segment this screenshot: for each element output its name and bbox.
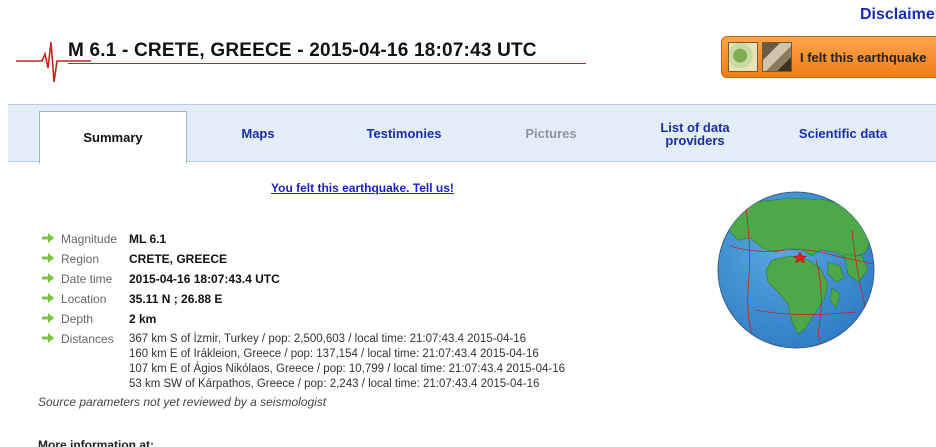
param-value: 35.11 N ; 26.88 E bbox=[129, 292, 223, 306]
param-label: Date time bbox=[61, 272, 113, 286]
title-underline bbox=[68, 63, 586, 64]
param-value: 2015-04-16 18:07:43.4 UTC bbox=[129, 272, 280, 286]
review-note: Source parameters not yet reviewed by a … bbox=[38, 395, 327, 409]
globe-epicenter-icon bbox=[717, 191, 875, 349]
distance-line: 160 km E of Irákleion, Greece / pop: 137… bbox=[129, 348, 539, 360]
i-felt-earthquake-button[interactable]: I felt this earthquake bbox=[721, 36, 936, 78]
tab-data-providers[interactable]: List of data providers bbox=[640, 105, 750, 162]
tab-bar: Summary Maps Testimonies Pictures List o… bbox=[8, 104, 936, 164]
param-value: 2 km bbox=[129, 312, 157, 326]
param-value: CRETE, GREECE bbox=[129, 252, 228, 266]
distance-line: 367 km S of İzmir, Turkey / pop: 2,500,6… bbox=[129, 333, 526, 345]
param-value: ML 6.1 bbox=[129, 232, 167, 246]
green-arrow-icon bbox=[42, 313, 54, 323]
map-thumbnail-icon bbox=[728, 42, 758, 72]
disclaimer-link[interactable]: Disclaimer bbox=[860, 6, 936, 24]
tab-testimonies[interactable]: Testimonies bbox=[340, 105, 468, 162]
more-info-heading: More information at: bbox=[38, 438, 154, 447]
green-arrow-icon bbox=[42, 333, 54, 343]
param-label: Region bbox=[61, 252, 100, 266]
tab-scientific-data[interactable]: Scientific data bbox=[781, 105, 905, 162]
distance-line: 107 km E of Ágios Nikólaos, Greece / pop… bbox=[129, 363, 565, 375]
param-label: Location bbox=[61, 292, 107, 306]
tab-maps[interactable]: Maps bbox=[208, 105, 308, 162]
green-arrow-icon bbox=[42, 293, 54, 303]
param-label: Magnitude bbox=[61, 232, 118, 246]
distances-list: 367 km S of İzmir, Turkey / pop: 2,500,6… bbox=[129, 332, 565, 392]
tab-summary[interactable]: Summary bbox=[39, 111, 187, 164]
green-arrow-icon bbox=[42, 253, 54, 263]
tab-pictures: Pictures bbox=[525, 126, 577, 141]
green-arrow-icon bbox=[42, 273, 54, 283]
page-title: M 6.1 - CRETE, GREECE - 2015-04-16 18:07… bbox=[68, 40, 537, 61]
felt-button-label: I felt this earthquake bbox=[800, 49, 927, 65]
green-arrow-icon bbox=[42, 233, 54, 243]
param-label: Depth bbox=[61, 312, 94, 326]
felt-earthquake-link[interactable]: You felt this earthquake. Tell us! bbox=[271, 181, 454, 195]
distance-line: 53 km SW of Kárpathos, Greece / pop: 2,2… bbox=[129, 378, 540, 390]
param-label: Distances bbox=[61, 332, 114, 346]
photo-thumbnail-icon bbox=[762, 42, 792, 72]
